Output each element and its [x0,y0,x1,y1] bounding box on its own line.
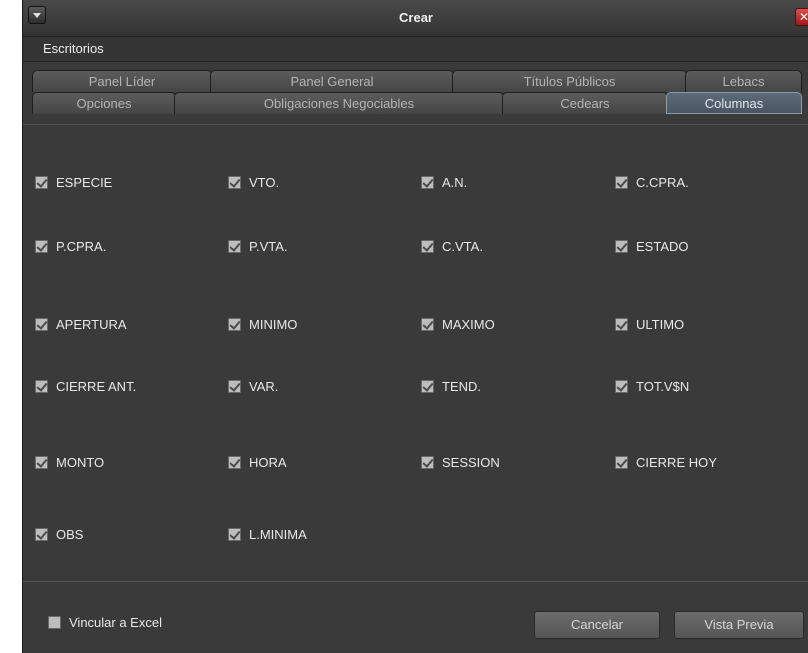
checkbox-label: ULTIMO [636,316,685,332]
checkbox-label: P.VTA. [249,238,288,254]
checkbox-label: VAR. [249,378,279,394]
checkbox-icon[interactable] [35,317,48,331]
column-checkbox-session[interactable]: SESSION [421,453,500,471]
checkbox-label: L.MINIMA [249,526,307,542]
column-checkbox-p-cpra[interactable]: P.CPRA. [35,237,106,255]
checkbox-icon[interactable] [228,455,241,469]
column-checkbox-tend[interactable]: TEND. [421,377,481,395]
checkbox-icon[interactable] [615,455,628,469]
checkbox-label: C.VTA. [442,238,483,254]
vincular-excel-label: Vincular a Excel [69,615,162,630]
checkbox-icon[interactable] [35,379,48,393]
checkbox-icon[interactable] [228,379,241,393]
tab-row-1: Panel Líder Panel General Títulos Públic… [32,70,802,92]
checkbox-label: MINIMO [249,316,298,332]
preview-button[interactable]: Vista Previa [674,611,804,639]
columnas-panel: ESPECIE VTO. A.N. C.CPRA. P.CPRA. P.VTA. C.VTA… [23,124,808,582]
column-checkbox-l-minima[interactable]: L.MINIMA [228,525,307,543]
title-bar: Crear ✕ [23,0,808,37]
window-title: Crear [399,10,433,25]
vincular-excel-checkbox[interactable]: Vincular a Excel [48,615,162,630]
tab-titulos-publicos[interactable]: Títulos Públicos [452,70,687,92]
checkbox-icon[interactable] [421,175,434,189]
tab-cedears[interactable]: Cedears [502,92,668,114]
checkbox-icon[interactable] [228,175,241,189]
checkbox-label: TOT.V$N [636,378,690,394]
column-checkbox-obs[interactable]: OBS [35,525,83,543]
column-checkbox-monto[interactable]: MONTO [35,453,104,471]
checkbox-icon[interactable] [228,527,241,541]
checkbox-label: MONTO [56,454,105,470]
checkbox-icon[interactable] [228,239,241,253]
column-checkbox-maximo[interactable]: MAXIMO [421,315,495,333]
vincular-excel-box[interactable] [48,616,61,629]
checkbox-label: TEND. [442,378,481,394]
column-checkbox-vto[interactable]: VTO. [228,173,279,191]
column-checkbox-p-vta[interactable]: P.VTA. [228,237,288,255]
checkbox-icon[interactable] [35,239,48,253]
checkbox-label: HORA [249,454,287,470]
checkbox-icon[interactable] [421,239,434,253]
checkbox-icon[interactable] [615,239,628,253]
column-checkbox-ultimo[interactable]: ULTIMO [615,315,684,333]
checkbox-icon[interactable] [421,317,434,331]
column-checkbox-cierre-hoy[interactable]: CIERRE HOY [615,453,717,471]
tab-opciones[interactable]: Opciones [32,92,176,114]
column-checkbox-tot-v-n[interactable]: TOT.V$N [615,377,689,395]
checkbox-icon[interactable] [421,455,434,469]
checkbox-label: MAXIMO [442,316,495,332]
menu-item-escritorios[interactable]: Escritorios [43,41,104,56]
tab-obligaciones-negociables[interactable]: Obligaciones Negociables [174,92,504,114]
column-checkbox-cierre-ant[interactable]: CIERRE ANT. [35,377,136,395]
tab-lebacs[interactable]: Lebacs [685,70,802,92]
checkbox-icon[interactable] [35,455,48,469]
close-icon[interactable]: ✕ [795,8,808,26]
tab-columnas[interactable]: Columnas [666,92,802,114]
checkbox-icon[interactable] [421,379,434,393]
column-checkbox-especie[interactable]: ESPECIE [35,173,112,191]
checkbox-label: CIERRE HOY [636,454,717,470]
checkbox-icon[interactable] [228,317,241,331]
column-checkbox-estado[interactable]: ESTADO [615,237,689,255]
column-checkbox-a-n[interactable]: A.N. [421,173,467,191]
checkbox-icon[interactable] [35,527,48,541]
checkbox-label: C.CPRA. [636,174,689,190]
checkbox-icon[interactable] [615,317,628,331]
checkbox-label: P.CPRA. [56,238,107,254]
checkbox-label: CIERRE ANT. [56,378,137,394]
menu-bar: Escritorios [23,37,808,62]
checkbox-label: ESTADO [636,238,689,254]
checkbox-label: ESPECIE [56,174,113,190]
cancel-button[interactable]: Cancelar [534,611,660,639]
checkbox-label: A.N. [442,174,468,190]
checkbox-icon[interactable] [615,379,628,393]
checkbox-label: SESSION [442,454,500,470]
checkbox-icon[interactable] [615,175,628,189]
tab-row-2: Opciones Obligaciones Negociables Cedear… [32,92,802,114]
column-checkbox-c-cpra[interactable]: C.CPRA. [615,173,689,191]
tab-panel-lider[interactable]: Panel Líder [32,70,212,92]
checkbox-label: VTO. [249,174,280,190]
tab-panel-general[interactable]: Panel General [210,70,454,92]
column-checkbox-hora[interactable]: HORA [228,453,287,471]
checkbox-label: OBS [56,526,84,542]
crear-dialog: Crear ✕ Escritorios Panel Líder Panel Ge… [22,0,808,653]
checkbox-icon[interactable] [35,175,48,189]
column-checkbox-apertura[interactable]: APERTURA [35,315,127,333]
checkbox-label: APERTURA [56,316,127,332]
column-checkbox-var[interactable]: VAR. [228,377,278,395]
column-checkbox-c-vta[interactable]: C.VTA. [421,237,483,255]
column-checkbox-minimo[interactable]: MINIMO [228,315,297,333]
